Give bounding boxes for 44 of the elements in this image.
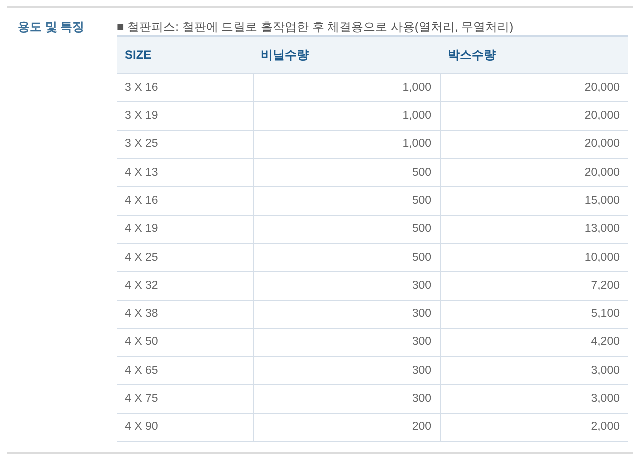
table-cell: 3,000 [440,356,628,385]
table-cell: 4 X 38 [117,300,253,328]
table-cell: 300 [253,356,440,385]
table-cell: 4 X 50 [117,328,253,357]
table-cell: 3,000 [440,384,628,414]
column-header: 박스수량 [440,36,628,74]
table-cell: 15,000 [440,186,628,216]
table-cell: 7,200 [440,272,628,300]
column-header: SIZE [117,36,253,74]
table-cell: 4 X 65 [117,356,253,385]
table-cell: 300 [253,384,440,414]
table-cell: 3 X 25 [117,130,253,159]
table-cell: 300 [253,300,440,328]
table-cell: 4 X 90 [117,413,253,442]
table-cell: 3 X 16 [117,74,253,102]
table-cell: 5,100 [440,300,628,328]
section-label: 용도 및 특징 [17,19,86,36]
table-cell: 4 X 25 [117,243,253,272]
table-cell: 4 X 75 [117,384,253,414]
table-cell: 500 [253,243,440,272]
table-cell: 1,000 [253,102,440,130]
table-cell: 10,000 [440,243,628,272]
table-cell: 500 [253,215,440,244]
table-cell: 3 X 19 [117,102,253,130]
table-cell: 4 X 16 [117,186,253,216]
description-text: ■ 철판피스: 철판에 드릴로 홀작업한 후 체결용으로 사용(열처리, 무열처리) [117,19,515,36]
table-cell: 300 [253,328,440,357]
table-cell: 4 X 19 [117,215,253,244]
table-cell: 500 [253,158,440,187]
table-cell: 300 [253,272,440,300]
table-cell: 20,000 [440,102,628,130]
table-cell: 200 [253,413,440,442]
table-cell: 1,000 [253,130,440,159]
table-cell: 1,000 [253,74,440,102]
column-header: 비닐수량 [253,36,440,74]
table-cell: 20,000 [440,130,628,159]
table-cell: 4 X 32 [117,272,253,300]
table-cell: 4,200 [440,328,628,357]
table-cell: 2,000 [440,413,628,442]
table-cell: 4 X 13 [117,158,253,187]
table-cell: 20,000 [440,74,628,102]
table-cell: 500 [253,186,440,216]
table-cell: 20,000 [440,158,628,187]
table-cell: 13,000 [440,215,628,244]
